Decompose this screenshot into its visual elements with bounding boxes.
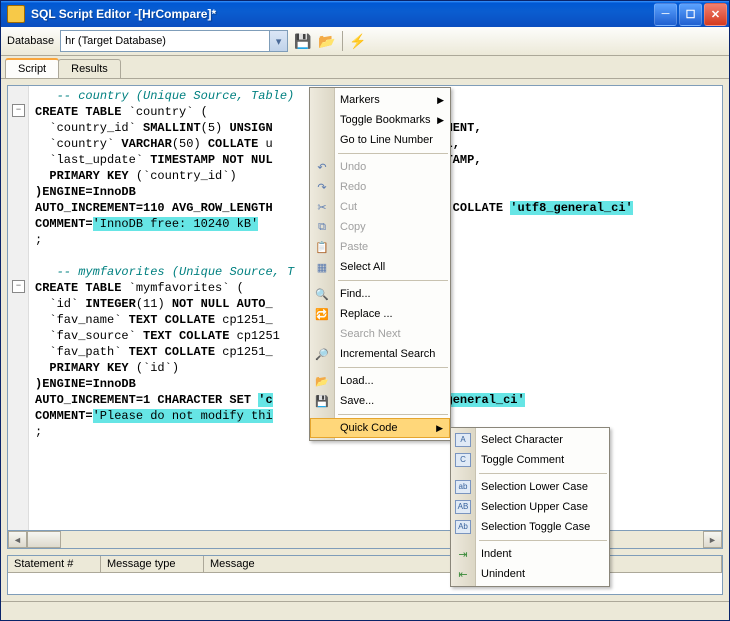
menu-replace[interactable]: 🔁Replace ... xyxy=(310,304,450,324)
menu-goto-line[interactable]: Go to Line Number xyxy=(310,130,450,150)
copy-icon: ⧉ xyxy=(314,219,330,235)
statusbar xyxy=(1,601,729,620)
minimize-button[interactable]: ─ xyxy=(654,3,677,26)
chevron-down-icon[interactable]: ▾ xyxy=(269,31,287,51)
col-statement[interactable]: Statement # xyxy=(8,556,101,572)
horizontal-scrollbar[interactable]: ◄ ► xyxy=(7,531,723,549)
database-label: Database xyxy=(7,35,54,47)
uppercase-icon: AB xyxy=(455,499,471,515)
unindent-icon: ⇤ xyxy=(455,566,471,582)
app-window: SQL Script Editor -[HrCompare]* ─ ☐ ✕ Da… xyxy=(0,0,730,621)
maximize-button[interactable]: ☐ xyxy=(679,3,702,26)
execute-icon[interactable]: ⚡ xyxy=(349,32,367,50)
gutter: − − xyxy=(8,86,29,530)
save-icon: 💾 xyxy=(314,393,330,409)
close-button[interactable]: ✕ xyxy=(704,3,727,26)
menu-toggle-bookmarks[interactable]: Toggle Bookmarks▶ xyxy=(310,110,450,130)
redo-icon: ↷ xyxy=(314,179,330,195)
window-title: SQL Script Editor -[HrCompare]* xyxy=(31,7,654,21)
indent-icon: ⇥ xyxy=(455,546,471,562)
menu-copy[interactable]: ⧉Copy xyxy=(310,217,450,237)
menu-incremental-search[interactable]: 🔎Incremental Search xyxy=(310,344,450,364)
menu-toggle-case[interactable]: AbSelection Toggle Case xyxy=(451,517,609,537)
editor-tabs: Script Results xyxy=(1,56,729,79)
menu-load[interactable]: 📂Load... xyxy=(310,371,450,391)
messages-body xyxy=(8,573,722,594)
menu-cut[interactable]: ✂Cut xyxy=(310,197,450,217)
menu-upper-case[interactable]: ABSelection Upper Case xyxy=(451,497,609,517)
app-icon xyxy=(7,5,25,23)
menu-toggle-comment[interactable]: CToggle Comment xyxy=(451,450,609,470)
col-msgtype[interactable]: Message type xyxy=(101,556,204,572)
open-folder-icon: 📂 xyxy=(314,373,330,389)
quick-code-submenu: ASelect Character CToggle Comment abSele… xyxy=(450,427,610,587)
togglecase-icon: Ab xyxy=(455,519,471,535)
menu-indent[interactable]: ⇥Indent xyxy=(451,544,609,564)
database-combo-value: hr (Target Database) xyxy=(65,35,166,47)
menu-lower-case[interactable]: abSelection Lower Case xyxy=(451,477,609,497)
undo-icon: ↶ xyxy=(314,159,330,175)
menu-search-next[interactable]: Search Next xyxy=(310,324,450,344)
menu-quick-code[interactable]: Quick Code▶ xyxy=(310,418,450,438)
char-icon: A xyxy=(455,432,471,448)
context-menu: Markers▶ Toggle Bookmarks▶ Go to Line Nu… xyxy=(309,87,451,441)
scroll-left-icon[interactable]: ◄ xyxy=(8,531,27,548)
select-all-icon: ▦ xyxy=(314,259,330,275)
comment-icon: C xyxy=(455,452,471,468)
menu-save[interactable]: 💾Save... xyxy=(310,391,450,411)
scroll-right-icon[interactable]: ► xyxy=(703,531,722,548)
paste-icon: 📋 xyxy=(314,239,330,255)
menu-select-all[interactable]: ▦Select All xyxy=(310,257,450,277)
menu-select-character[interactable]: ASelect Character xyxy=(451,430,609,450)
tab-script[interactable]: Script xyxy=(5,58,59,78)
menu-find[interactable]: 🔍Find... xyxy=(310,284,450,304)
database-combo[interactable]: hr (Target Database) ▾ xyxy=(60,30,288,52)
lowercase-icon: ab xyxy=(455,479,471,495)
scroll-thumb[interactable] xyxy=(27,531,61,548)
toolbar: Database hr (Target Database) ▾ 💾 📂 ⚡ xyxy=(1,27,729,56)
save-icon[interactable]: 💾 xyxy=(294,32,312,50)
menu-redo[interactable]: ↷Redo xyxy=(310,177,450,197)
open-folder-icon[interactable]: 📂 xyxy=(318,32,336,50)
search-icon: 🔎 xyxy=(314,346,330,362)
fold-toggle-icon[interactable]: − xyxy=(12,104,25,117)
menu-undo[interactable]: ↶Undo xyxy=(310,157,450,177)
menu-unindent[interactable]: ⇤Unindent xyxy=(451,564,609,584)
find-icon: 🔍 xyxy=(314,286,330,302)
menu-markers[interactable]: Markers▶ xyxy=(310,90,450,110)
tab-results[interactable]: Results xyxy=(58,59,121,78)
menu-paste[interactable]: 📋Paste xyxy=(310,237,450,257)
cut-icon: ✂ xyxy=(314,199,330,215)
messages-header: Statement # Message type Message xyxy=(8,556,722,573)
titlebar: SQL Script Editor -[HrCompare]* ─ ☐ ✕ xyxy=(1,1,729,27)
fold-toggle-icon[interactable]: − xyxy=(12,280,25,293)
replace-icon: 🔁 xyxy=(314,306,330,322)
messages-panel: Statement # Message type Message xyxy=(7,555,723,595)
